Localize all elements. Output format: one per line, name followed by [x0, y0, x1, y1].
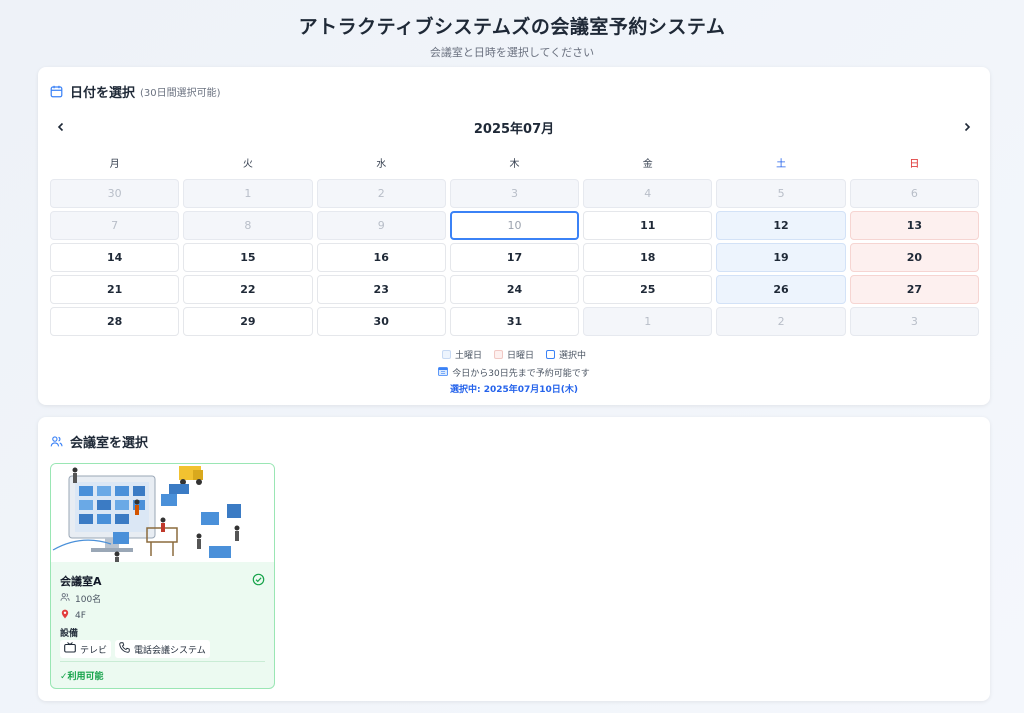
- equipment-tv-label: テレビ: [80, 645, 108, 656]
- equipment-tag-phone: 電話会議システム: [115, 640, 210, 658]
- calendar-day[interactable]: 12: [716, 211, 846, 240]
- saturday-swatch: [441, 350, 451, 359]
- weekday-header: 月 火 水 木 金 土 日: [50, 155, 979, 170]
- calendar-day: 30: [50, 179, 180, 208]
- calendar-day: 2: [316, 179, 446, 208]
- month-label: 2025年07月: [473, 121, 555, 137]
- sunday-swatch: [493, 350, 503, 359]
- calendar-day[interactable]: 22: [183, 275, 313, 304]
- page-header: アトラクティブシステムズの会議室予約システム 会議室と日時を選択してください: [0, 0, 1024, 64]
- calendar-day[interactable]: 10: [449, 211, 580, 240]
- calendar-day[interactable]: 24: [449, 275, 580, 304]
- calendar-day[interactable]: 25: [583, 275, 713, 304]
- weekday-sat: 土: [776, 159, 787, 170]
- legend-saturday-label: 土曜日: [454, 351, 482, 361]
- range-note: 今日から30日先まで予約可能です: [38, 366, 990, 379]
- calendar-day[interactable]: 18: [583, 243, 713, 272]
- calendar-day: 1: [583, 307, 713, 336]
- calendar-day[interactable]: 14: [50, 243, 180, 272]
- calendar-day[interactable]: 17: [449, 243, 580, 272]
- calendar-day[interactable]: 16: [316, 243, 446, 272]
- calendar-day[interactable]: 31: [449, 307, 580, 336]
- users-small-icon: [60, 592, 70, 605]
- app-subtitle: 会議室と日時を選択してください: [429, 46, 595, 59]
- equipment-label: 設備: [60, 629, 79, 639]
- calendar-day: 3: [849, 307, 979, 336]
- calendar-grid: 30 1 2 3 4 5 6 7 8 9 10 11 12 13 14 15 16 17 18 19 20 21 22 23 2…: [50, 179, 979, 336]
- calendar-day[interactable]: 28: [50, 307, 180, 336]
- calendar-day: 2: [716, 307, 846, 336]
- date-section-header: 日付を選択 (30日間選択可能): [50, 82, 221, 101]
- phone-icon: [119, 642, 130, 656]
- legend-sunday-label: 日曜日: [506, 351, 534, 361]
- calendar-day[interactable]: 19: [716, 243, 846, 272]
- selected-date-note: 選択中: 2025年07月10日(木): [449, 385, 579, 395]
- date-selection-card: 日付を選択 (30日間選択可能) 2025年07月 月 火 水 木 金 土 日 …: [38, 67, 990, 405]
- small-calendar-icon: [438, 366, 449, 379]
- room-section-header: 会議室を選択: [50, 432, 148, 451]
- room-illustration: [51, 464, 274, 562]
- room-status: ✓利用可能: [60, 672, 104, 682]
- calendar-day[interactable]: 13: [849, 211, 979, 240]
- weekday-mon: 月: [109, 159, 120, 170]
- chevron-right-icon[interactable]: [956, 117, 978, 137]
- legend-selected-label: 選択中: [559, 351, 587, 361]
- calendar-day[interactable]: 29: [183, 307, 313, 336]
- range-note-text: 今日から30日先まで予約可能です: [452, 369, 590, 379]
- calendar-day[interactable]: 26: [716, 275, 846, 304]
- equipment-list: テレビ 電話会議システム: [60, 640, 210, 658]
- check-circle-icon: [252, 571, 265, 586]
- calendar-legend: 土曜日 日曜日 選択中: [38, 348, 990, 361]
- room-section-title: 会議室を選択: [70, 436, 149, 451]
- calendar-day[interactable]: 30: [316, 307, 446, 336]
- calendar-icon: [50, 85, 64, 99]
- room-capacity: 100名: [60, 592, 101, 605]
- chevron-left-icon[interactable]: [50, 117, 72, 137]
- calendar-day: 9: [316, 211, 446, 240]
- weekday-tue: 火: [242, 159, 253, 170]
- equipment-phone-label: 電話会議システム: [134, 645, 206, 656]
- date-section-title: 日付を選択: [70, 86, 136, 101]
- calendar-day: 1: [183, 179, 313, 208]
- weekday-thu: 木: [509, 159, 520, 170]
- weekday-fri: 金: [642, 159, 653, 170]
- calendar-day: 7: [50, 211, 180, 240]
- room-selection-card: 会議室を選択 会議室A 100名 4F 設備 テレビ 電話会議システム ✓利用可…: [38, 417, 990, 701]
- calendar-day: 3: [449, 179, 580, 208]
- weekday-sun: 日: [909, 159, 920, 170]
- room-card-divider: [60, 661, 265, 662]
- calendar-day: 8: [183, 211, 313, 240]
- room-name: 会議室A: [60, 575, 102, 588]
- legend-saturday: 土曜日: [441, 348, 482, 361]
- month-navigation: 2025年07月: [50, 117, 978, 137]
- room-floor: 4F: [60, 609, 86, 622]
- date-section-note: (30日間選択可能): [140, 88, 221, 99]
- floor-value: 4F: [75, 610, 86, 621]
- calendar-day[interactable]: 11: [583, 211, 713, 240]
- equipment-tag-tv: テレビ: [60, 640, 112, 658]
- tv-icon: [64, 642, 76, 656]
- calendar-day[interactable]: 27: [849, 275, 979, 304]
- calendar-day[interactable]: 15: [183, 243, 313, 272]
- calendar-day[interactable]: 21: [50, 275, 180, 304]
- map-pin-icon: [60, 609, 70, 622]
- weekday-wed: 水: [376, 159, 387, 170]
- calendar-day: 5: [716, 179, 846, 208]
- calendar-day[interactable]: 23: [316, 275, 446, 304]
- legend-selected: 選択中: [546, 348, 586, 361]
- room-card-a[interactable]: 会議室A 100名 4F 設備 テレビ 電話会議システム ✓利用可能: [50, 463, 275, 689]
- legend-sunday: 日曜日: [493, 348, 534, 361]
- selected-swatch: [546, 350, 555, 359]
- app-title: アトラクティブシステムズの会議室予約システム: [298, 16, 726, 38]
- capacity-value: 100名: [75, 595, 102, 605]
- users-icon: [50, 435, 64, 449]
- calendar-day: 6: [849, 179, 979, 208]
- calendar-day[interactable]: 20: [849, 243, 979, 272]
- calendar-day: 4: [583, 179, 713, 208]
